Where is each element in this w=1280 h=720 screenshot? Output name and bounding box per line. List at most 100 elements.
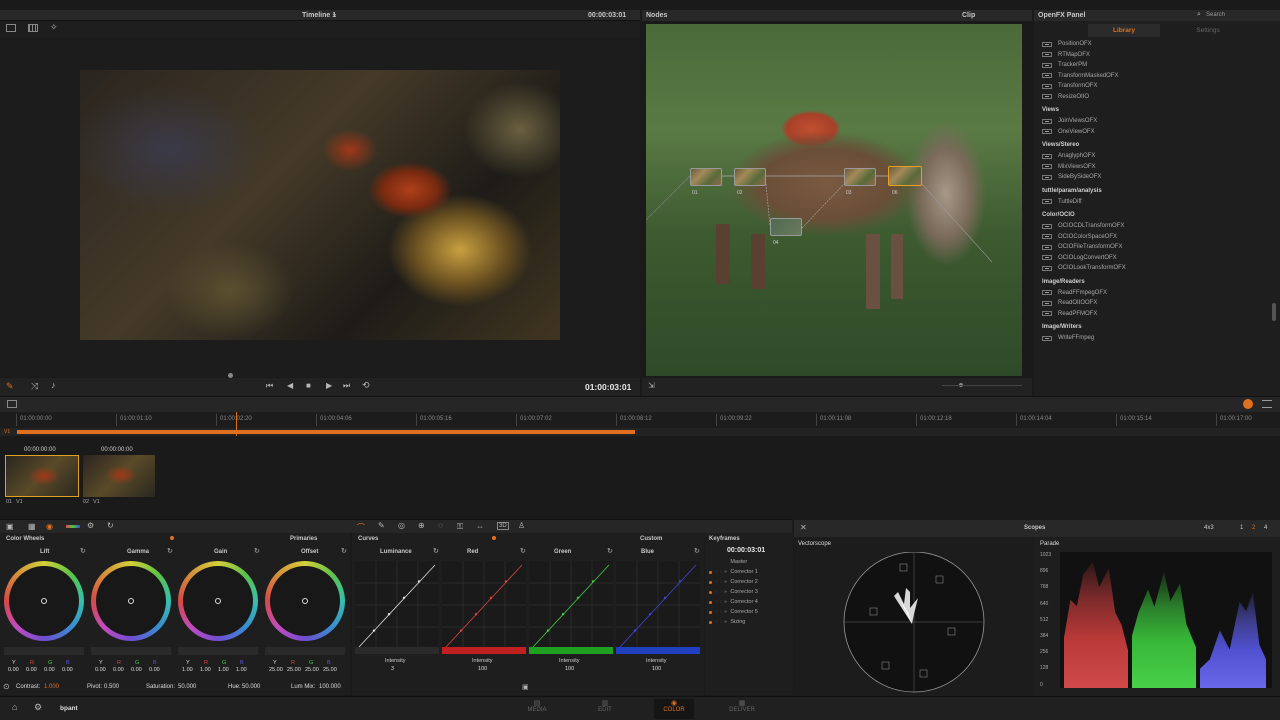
- go-to-end-icon[interactable]: ⏭: [343, 381, 350, 391]
- playhead[interactable]: [236, 412, 237, 436]
- scopes-page-1[interactable]: 1: [1240, 525, 1243, 531]
- color-match-icon[interactable]: ▦: [28, 522, 36, 531]
- nav-tab-edit[interactable]: ▥ EDIT: [585, 699, 625, 713]
- node-pointer-icon[interactable]: ⇲: [648, 381, 655, 390]
- motion-effects-icon[interactable]: ⚙: [87, 521, 94, 530]
- timeline-filter-icon[interactable]: [1243, 399, 1253, 409]
- keyframe-row[interactable]: ◌ ◌ ▸ Corrector 2: [705, 577, 793, 587]
- keyframe-row[interactable]: ◌ ◌ ▸ Corrector 5: [705, 607, 793, 617]
- magic-wand-icon[interactable]: ✧: [50, 22, 58, 33]
- channel-value[interactable]: 1.00: [218, 667, 229, 673]
- timeline-view-icon[interactable]: [7, 400, 17, 408]
- channel-value[interactable]: 0.00: [8, 667, 19, 673]
- ofx-plugin-item[interactable]: OCIOLogConvertOFX: [1034, 253, 1270, 264]
- clip-02-thumbnail[interactable]: [83, 455, 155, 497]
- wheel-master-slider[interactable]: [4, 647, 84, 655]
- curve-reset-icon[interactable]: ↻: [433, 547, 439, 555]
- ofx-library-list[interactable]: PositionOFX RTMapOFX TrackerPM TransformMas…: [1034, 39, 1270, 391]
- scopes-page-2[interactable]: 2: [1252, 525, 1255, 531]
- intensity-value[interactable]: 100: [478, 666, 487, 672]
- curve-graph[interactable]: [529, 561, 613, 651]
- ofx-scrollbar[interactable]: [1272, 303, 1276, 321]
- ofx-icon[interactable]: ♙: [518, 521, 525, 530]
- ofx-plugin-item[interactable]: ResizeOIIO: [1034, 92, 1270, 103]
- scopes-close-icon[interactable]: ✕: [800, 523, 807, 532]
- wheel-master-slider[interactable]: [91, 647, 171, 655]
- qualifier-icon[interactable]: ✎: [378, 521, 385, 530]
- ofx-category[interactable]: Color/OCIO: [1034, 207, 1270, 221]
- ofx-plugin-item[interactable]: OCIOLookTransformOFX: [1034, 263, 1270, 274]
- vectorscope-title[interactable]: Vectorscope: [798, 541, 831, 547]
- curve-intensity-bar[interactable]: [529, 647, 613, 654]
- curves-bottom-icon[interactable]: ▣: [522, 683, 529, 691]
- ofx-plugin-item[interactable]: ReadFFmpegOFX: [1034, 288, 1270, 299]
- timeline-dropdown-icon[interactable]: ▾: [333, 12, 336, 19]
- ofx-plugin-item[interactable]: TuttleDiff: [1034, 197, 1270, 208]
- parade-title[interactable]: Parade: [1040, 541, 1059, 547]
- wheel-handle[interactable]: [41, 598, 47, 604]
- ofx-plugin-item[interactable]: SideBySideOFX: [1034, 172, 1270, 183]
- ofx-plugin-item[interactable]: TrackerPM: [1034, 60, 1270, 71]
- wheel-reset-icon[interactable]: ↻: [341, 547, 347, 555]
- ofx-category[interactable]: Image/Readers: [1034, 274, 1270, 288]
- channel-value[interactable]: 0.00: [95, 667, 106, 673]
- ofx-plugin-item[interactable]: PositionOFX: [1034, 39, 1270, 50]
- ofx-plugin-item[interactable]: TransformMaskedOFX: [1034, 71, 1270, 82]
- curve-reset-icon[interactable]: ↻: [694, 547, 700, 555]
- color-node-04[interactable]: [770, 218, 802, 236]
- wheel-handle[interactable]: [128, 598, 134, 604]
- node-editor[interactable]: 01 02 03 04 06: [646, 24, 1022, 376]
- reset-icon[interactable]: ↻: [107, 521, 114, 530]
- channel-value[interactable]: 25.00: [269, 667, 283, 673]
- ofx-category[interactable]: Views: [1034, 102, 1270, 116]
- clip-mode[interactable]: Clip: [962, 12, 975, 19]
- scopes-layout[interactable]: 4x3: [1204, 525, 1214, 531]
- window-icon[interactable]: ◎: [398, 521, 405, 530]
- nav-tab-media[interactable]: ▤ MEDIA: [517, 699, 557, 713]
- rgb-mixer-icon[interactable]: [66, 525, 80, 528]
- curves-mode[interactable]: Custom: [640, 536, 662, 542]
- ofx-plugin-item[interactable]: OCIOColorSpaceOFX: [1034, 232, 1270, 243]
- camera-raw-icon[interactable]: ▣: [6, 522, 14, 531]
- ofx-plugin-item[interactable]: AnaglyphOFX: [1034, 151, 1270, 162]
- search-icon[interactable]: ⌕: [1197, 11, 1201, 19]
- nodes-zoom-slider[interactable]: [942, 385, 1022, 386]
- ofx-plugin-item[interactable]: TransformOFX: [1034, 81, 1270, 92]
- clip-01-thumbnail[interactable]: [5, 455, 79, 497]
- nav-tab-deliver[interactable]: ▦ DELIVER: [722, 699, 762, 713]
- curve-intensity-bar[interactable]: [442, 647, 526, 654]
- go-to-start-icon[interactable]: ⏮: [266, 381, 273, 391]
- curve-graph[interactable]: [355, 561, 439, 651]
- channel-value[interactable]: 0.00: [26, 667, 37, 673]
- loop-icon[interactable]: ⟲: [362, 380, 370, 391]
- curve-intensity-bar[interactable]: [616, 647, 700, 654]
- ofx-category[interactable]: Views/Stereo: [1034, 137, 1270, 151]
- channel-value[interactable]: 25.00: [323, 667, 337, 673]
- lummix-value[interactable]: 100.000: [319, 684, 341, 690]
- color-wheel[interactable]: [178, 561, 258, 641]
- wheel-master-slider[interactable]: [178, 647, 258, 655]
- curve-reset-icon[interactable]: ↻: [520, 547, 526, 555]
- audio-icon[interactable]: ♪: [51, 380, 56, 390]
- color-node-01[interactable]: [690, 168, 722, 186]
- ofx-library-tab[interactable]: Library: [1088, 24, 1160, 37]
- ofx-plugin-item[interactable]: JoinViewsOFX: [1034, 116, 1270, 127]
- wheel-reset-icon[interactable]: ↻: [80, 547, 86, 555]
- intensity-value[interactable]: 100: [565, 666, 574, 672]
- ofx-plugin-item[interactable]: ReadOIIOOFX: [1034, 298, 1270, 309]
- timeline-menu-icon[interactable]: [1262, 400, 1272, 408]
- keyframe-lock-icon[interactable]: ◌ ◌ ▸: [715, 569, 727, 575]
- primaries-reset-icon[interactable]: ⊙: [3, 682, 10, 691]
- ofx-settings-tab[interactable]: Settings: [1160, 24, 1256, 37]
- ofx-search[interactable]: Search: [1206, 12, 1225, 18]
- pivot-value[interactable]: 0.500: [104, 684, 119, 690]
- keyframe-lock-icon[interactable]: ◌ ◌ ▸: [715, 619, 727, 625]
- ofx-plugin-item[interactable]: OneViewOFX: [1034, 127, 1270, 138]
- color-wheel[interactable]: [4, 561, 84, 641]
- nav-tab-color[interactable]: ◉ COLOR: [654, 699, 694, 719]
- channel-value[interactable]: 25.00: [287, 667, 301, 673]
- ofx-plugin-item[interactable]: OCIOCDLTransformOFX: [1034, 221, 1270, 232]
- settings-icon[interactable]: ⚙: [34, 702, 42, 713]
- hue-value[interactable]: 50.000: [242, 684, 260, 690]
- color-node-03[interactable]: [844, 168, 876, 186]
